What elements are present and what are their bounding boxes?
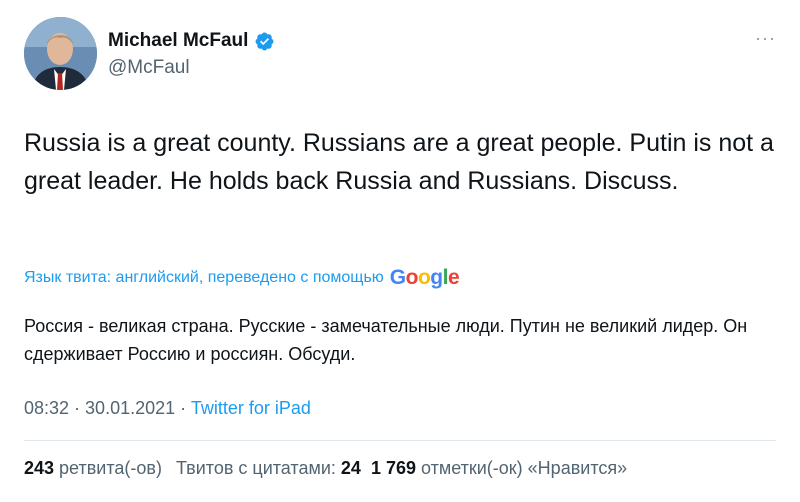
retweets-count: 243 [24, 458, 55, 478]
retweets-label: ретвита(-ов) [54, 458, 162, 478]
likes-count: 1 769 [370, 458, 416, 478]
more-options-icon[interactable]: ··· [755, 28, 776, 49]
user-handle[interactable]: @McFaul [108, 57, 190, 79]
tweet-meta: 08:32 · 30.01.2021 · Twitter for iPad [24, 398, 311, 419]
translated-text: Россия - великая страна. Русские - замеч… [24, 316, 748, 364]
translation-label-text: Язык твита: английский, переведено с пом… [24, 269, 384, 286]
retweets-stat[interactable]: 243 ретвита(-ов) [24, 458, 162, 479]
quotes-count: 24 [340, 458, 361, 478]
quotes-stat[interactable]: Твитов с цитатами: 24 [176, 458, 361, 479]
display-name-text: Michael McFaul [108, 30, 249, 51]
avatar[interactable] [24, 17, 97, 90]
meta-separator: · [69, 398, 86, 418]
tweet-date[interactable]: 30.01.2021 [85, 398, 175, 418]
tweet-text: Russia is a great county. Russians are a… [24, 129, 774, 195]
google-logo: Google [389, 266, 460, 289]
divider [24, 440, 776, 441]
tweet-stats: 243 ретвита(-ов) Твитов с цитатами: 24 1… [24, 458, 641, 479]
avatar-image [24, 17, 97, 90]
meta-separator: · [175, 398, 191, 418]
quotes-label: Твитов с цитатами: [175, 458, 341, 478]
tweet-card: Michael McFaul @McFaul ··· Russia is a g… [0, 0, 800, 502]
likes-label: отметки(-ок) «Нравится» [415, 458, 628, 478]
tweet-source-link[interactable]: Twitter for iPad [191, 398, 311, 418]
likes-stat[interactable]: 1 769 отметки(-ок) «Нравится» [371, 458, 627, 479]
translation-label[interactable]: Язык твита: английский, переведено с пом… [24, 266, 460, 290]
tweet-time[interactable]: 08:32 [24, 398, 69, 418]
verified-badge-icon [255, 32, 274, 50]
display-name[interactable]: Michael McFaul [108, 30, 275, 52]
